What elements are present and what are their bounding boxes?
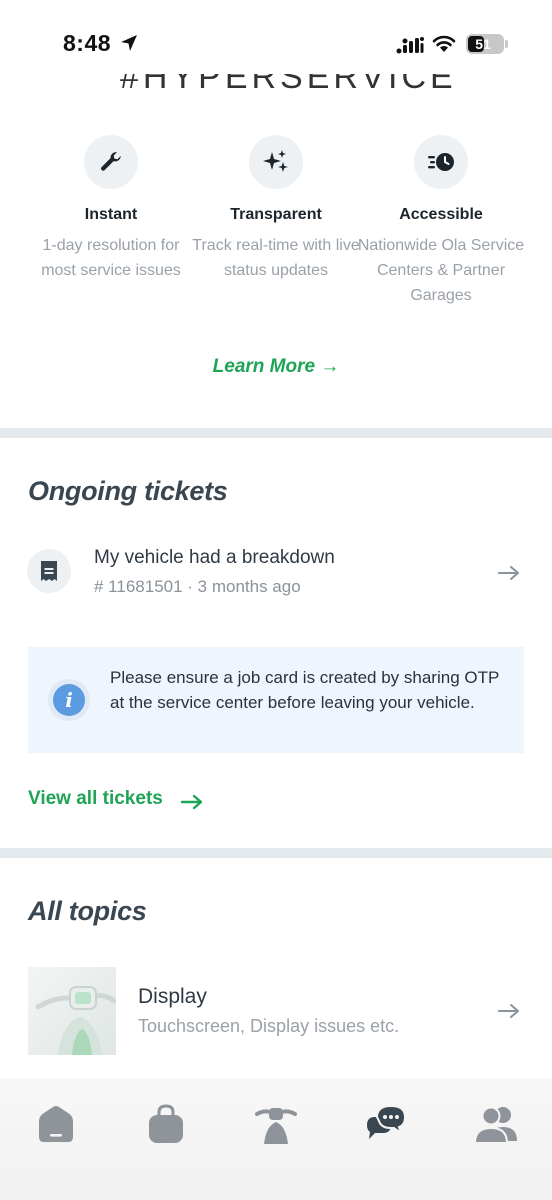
info-banner: i Please ensure a job card is created by… <box>28 647 524 753</box>
feature-description: Nationwide Ola Service Centers & Partner… <box>357 237 525 304</box>
wifi-icon <box>432 35 456 52</box>
battery-level: 51 <box>475 36 491 52</box>
wrench-icon <box>84 135 138 189</box>
all-topics-title: All topics <box>28 896 147 926</box>
feature-title: Accessible <box>399 206 483 223</box>
ticket-title[interactable]: My vehicle had a breakdown <box>94 547 335 569</box>
section-divider <box>0 428 552 438</box>
feature-description: Track real-time with live status updates <box>192 237 360 279</box>
topic-title[interactable]: Display <box>138 985 207 1009</box>
status-bar: 8:48 51 #HYPERSERVICE <box>0 0 552 94</box>
ongoing-tickets-title: Ongoing tickets <box>28 476 228 506</box>
location-arrow-icon <box>121 35 137 51</box>
home-icon[interactable] <box>28 1096 84 1152</box>
learn-more-link[interactable]: Learn More → <box>0 356 552 378</box>
feature-description: 1-day resolution for most service issues <box>41 237 181 279</box>
community-icon[interactable] <box>468 1096 524 1152</box>
topic-arrow-icon[interactable] <box>497 1003 521 1019</box>
info-icon: i <box>48 679 90 721</box>
section-divider <box>0 848 552 858</box>
battery-icon: 51 <box>466 34 504 54</box>
feature-title: Instant <box>84 206 138 223</box>
fast-clock-icon <box>414 135 468 189</box>
bottom-navigation <box>0 1078 552 1200</box>
cellular-signal-icon <box>396 37 424 54</box>
ticket-meta: # 11681501 · 3 months ago <box>94 577 301 596</box>
feature-title: Transparent <box>230 206 322 223</box>
receipt-icon <box>27 549 71 593</box>
view-all-tickets-link[interactable]: View all tickets <box>28 788 163 810</box>
feature-accessible: Accessible Nationwide Ola Service Center… <box>356 135 526 308</box>
info-text: Please ensure a job card is created by s… <box>110 668 500 712</box>
shopping-bag-icon[interactable] <box>138 1096 194 1152</box>
ticket-arrow-icon[interactable] <box>497 565 521 581</box>
status-time: 8:48 <box>63 30 112 56</box>
scooter-icon[interactable] <box>248 1096 304 1152</box>
feature-transparent: Transparent Track real-time with live st… <box>191 135 361 283</box>
topic-description: Touchscreen, Display issues etc. <box>138 1016 400 1036</box>
sparkles-icon <box>249 135 303 189</box>
chat-support-icon[interactable] <box>358 1096 414 1152</box>
hyperservice-heading: #HYPERSERVICE <box>120 74 457 94</box>
display-topic-image[interactable] <box>28 967 116 1055</box>
arrow-right-icon[interactable] <box>180 794 204 810</box>
feature-instant: Instant 1-day resolution for most servic… <box>26 135 196 283</box>
